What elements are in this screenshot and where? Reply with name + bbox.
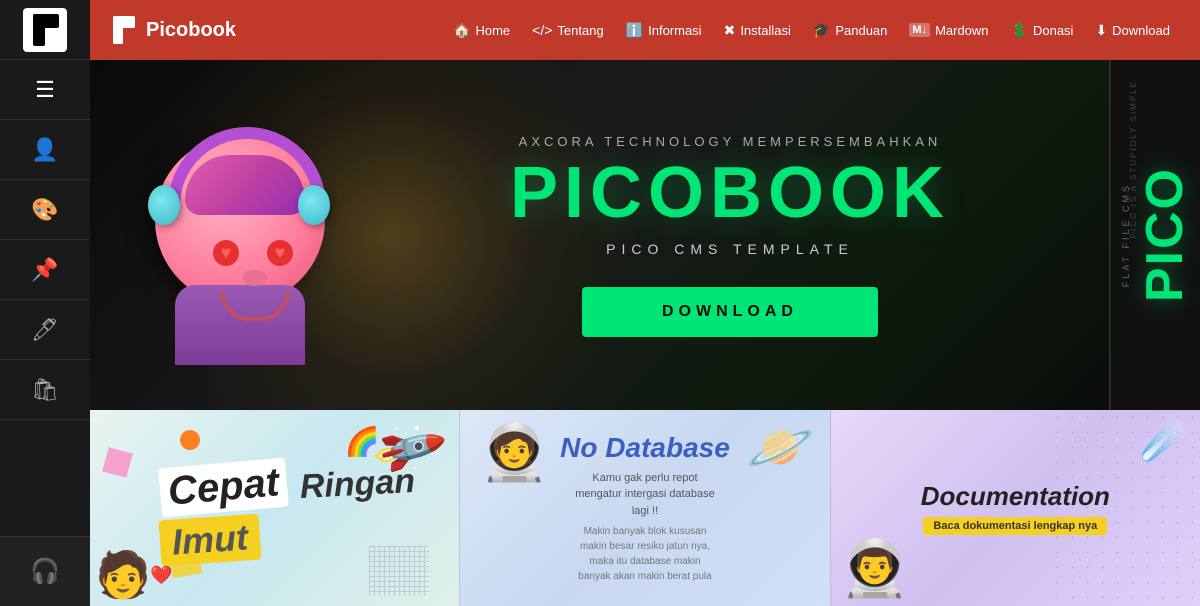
hero-download-button[interactable]: DOWNLOAD xyxy=(582,287,878,337)
hex-pattern xyxy=(1050,410,1200,606)
nav-items: 🏠 Home </> Tentang ℹ️ Informasi ✖ Instal… xyxy=(256,16,1180,45)
graduation-icon: 🎓 xyxy=(813,22,830,39)
nav-item-home[interactable]: 🏠 Home xyxy=(443,16,520,45)
no-database-title: No Database xyxy=(560,432,730,464)
topnav: Picobook 🏠 Home </> Tentang ℹ️ Informasi… xyxy=(90,0,1200,60)
hero-vertical-text-simple: PICO IS A STUPIDLY SIMPLE xyxy=(1129,80,1138,238)
code-icon: </> xyxy=(532,22,552,38)
character-eye-right xyxy=(267,240,293,266)
card-text-ringan: Ringan xyxy=(291,460,425,516)
hero-title: PICOBOOK xyxy=(510,157,950,229)
stamp-icon: 🖊 xyxy=(31,317,59,343)
card-text-imut: Imut xyxy=(159,514,262,567)
character-eye-left xyxy=(213,240,239,266)
headphone-right xyxy=(298,185,330,225)
tools-icon: ✖ xyxy=(724,22,736,39)
sidebar-item-user[interactable]: 👤 xyxy=(0,120,90,180)
sidebar-item-headphones[interactable]: 🎧 xyxy=(0,536,90,606)
hero-subtitle: AXCORA TECHNOLOGY MEMPERSEMBAHKAN xyxy=(519,134,942,149)
menu-icon: ☰ xyxy=(35,77,55,103)
character-wrapper xyxy=(140,105,340,365)
nav-item-donasi[interactable]: 💲 Donasi xyxy=(1001,16,1084,45)
card-no-database[interactable]: 🧑‍🚀 🪐 No Database Kamu gak perlu repotme… xyxy=(459,410,829,606)
sidebar-item-menu[interactable]: ☰ xyxy=(0,60,90,120)
download-icon: ⬇ xyxy=(1095,22,1107,39)
bag-icon: 🛍 xyxy=(31,377,59,403)
sidebar-item-palette[interactable]: 🎨 xyxy=(0,180,90,240)
character-hair xyxy=(185,155,305,215)
nav-item-informasi[interactable]: ℹ️ Informasi xyxy=(616,16,712,45)
nav-item-panduan[interactable]: 🎓 Panduan xyxy=(803,16,898,45)
home-icon: 🏠 xyxy=(453,22,470,39)
no-database-body: Makin banyak blok kususanmakin besar res… xyxy=(578,524,711,584)
palette-icon: 🎨 xyxy=(31,197,58,223)
nav-brand-name: Picobook xyxy=(146,19,236,42)
character-nose xyxy=(243,270,267,286)
card-text-cepat: Cepat xyxy=(158,458,289,518)
logo-icon xyxy=(23,8,67,52)
sidebar: ☰ 👤 🎨 📌 🖊 🛍 🎧 xyxy=(0,0,90,606)
pin-icon: 📌 xyxy=(31,257,58,283)
hero-divider xyxy=(1109,60,1110,410)
card-cepat[interactable]: 🚀 🌈 🧑 ❤️ Cepat Ringan Imut xyxy=(90,410,459,606)
nav-brand[interactable]: Picobook xyxy=(110,16,236,44)
hero-right-panel: FLAT FILE CMS PICO PICO IS A STUPIDLY SI… xyxy=(1110,60,1200,410)
hero-content: AXCORA TECHNOLOGY MEMPERSEMBAHKAN PICOBO… xyxy=(390,114,1110,357)
headphone-left xyxy=(148,185,180,225)
hero-tagline: PICO CMS TEMPLATE xyxy=(606,241,854,257)
picobook-logo-icon xyxy=(110,16,138,44)
main-content: Picobook 🏠 Home </> Tentang ℹ️ Informasi… xyxy=(90,0,1200,606)
hero-section: AXCORA TECHNOLOGY MEMPERSEMBAHKAN PICOBO… xyxy=(90,60,1200,410)
hero-vertical-pico: PICO xyxy=(1135,167,1195,302)
sidebar-item-stamp[interactable]: 🖊 xyxy=(0,300,90,360)
card-documentation[interactable]: 👨‍🚀 ☄️ Documentation Baca dokumentasi le… xyxy=(830,410,1200,606)
hero-character xyxy=(90,60,390,410)
donate-icon: 💲 xyxy=(1011,22,1028,39)
nav-item-download[interactable]: ⬇ Download xyxy=(1085,16,1180,45)
headphones-icon: 🎧 xyxy=(30,557,60,586)
user-icon: 👤 xyxy=(31,137,58,163)
sidebar-logo[interactable] xyxy=(0,0,90,60)
nav-item-tentang[interactable]: </> Tentang xyxy=(522,16,614,44)
sidebar-item-pin[interactable]: 📌 xyxy=(0,240,90,300)
no-database-subtitle: Kamu gak perlu repotmengatur intergasi d… xyxy=(575,470,714,520)
info-icon: ℹ️ xyxy=(626,22,643,39)
md-icon: M↓ xyxy=(909,23,930,37)
nav-item-installasi[interactable]: ✖ Installasi xyxy=(714,16,801,45)
nav-item-mardown[interactable]: M↓ Mardown xyxy=(899,17,998,44)
card-2-content: No Database Kamu gak perlu repotmengatur… xyxy=(460,410,829,606)
card-1-content: Cepat Ringan Imut xyxy=(90,410,459,606)
cards-section: 🚀 🌈 🧑 ❤️ Cepat Ringan Imut 🧑‍🚀 🪐 No Data… xyxy=(90,410,1200,606)
sidebar-item-bag[interactable]: 🛍 xyxy=(0,360,90,420)
